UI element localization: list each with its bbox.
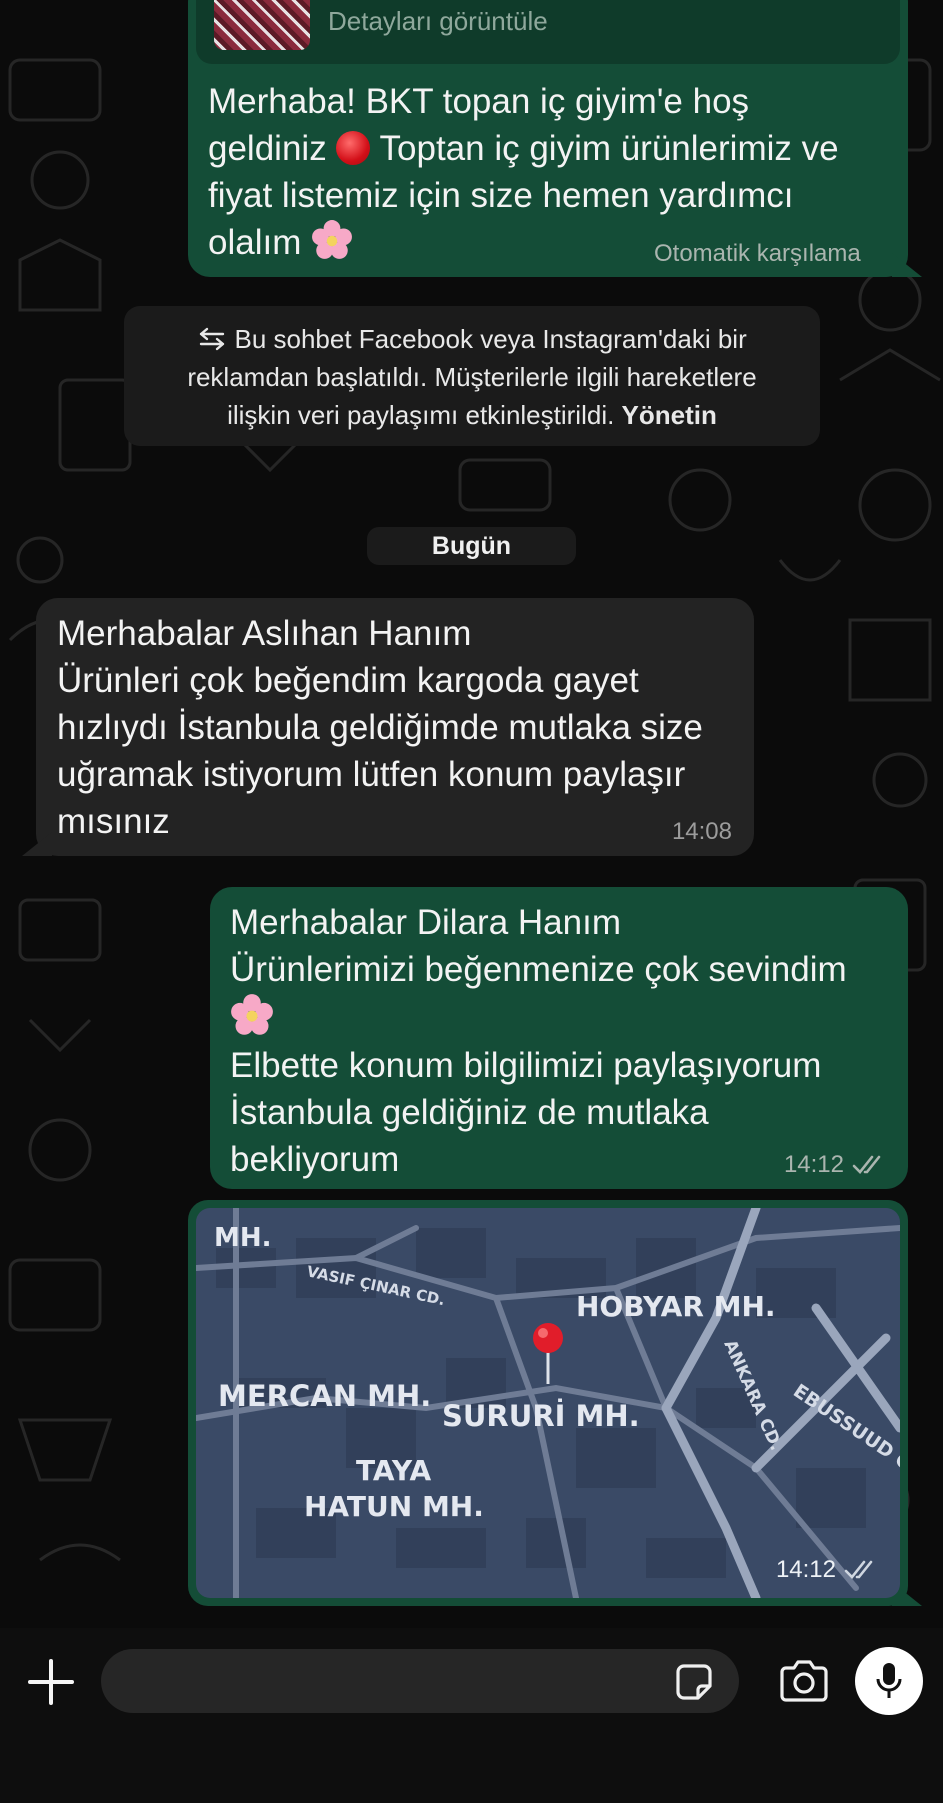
- incoming-message-time: 14:08: [671, 818, 732, 845]
- cherry-blossom-emoji: [231, 994, 273, 1035]
- double-check-icon: [844, 1560, 873, 1579]
- red-circle-emoji: [336, 131, 371, 165]
- ad-preview-card[interactable]: Detayları görüntüle: [196, 0, 900, 64]
- reply-message-text: Merhabalar Dilara Hanım Ürünlerimizi beğ…: [230, 903, 847, 1179]
- microphone-icon: [876, 1663, 902, 1698]
- reply-meta: 14:12: [784, 1151, 886, 1179]
- location-meta: 14:12: [776, 1556, 878, 1584]
- map-label-hobyar: HOBYAR MH.: [576, 1290, 776, 1323]
- welcome-footer: Otomatik karşılama: [654, 240, 861, 267]
- ad-origin-notice: Bu sohbet Facebook veya Instagram'daki b…: [124, 306, 820, 446]
- location-time: 14:12: [775, 1556, 836, 1583]
- sticker-icon[interactable]: [672, 1660, 716, 1704]
- reply-time: 14:12: [783, 1151, 844, 1178]
- map-label-top: MH.: [214, 1223, 272, 1253]
- location-map[interactable]: MH. VASIF ÇINAR CD. HOBYAR MH. MERCAN MH…: [196, 1208, 900, 1598]
- incoming-message-text: Merhabalar Aslıhan Hanım Ürünleri çok be…: [57, 614, 703, 841]
- incoming-message[interactable]: Merhabalar Aslıhan Hanım Ürünleri çok be…: [22, 598, 754, 856]
- map-label-sururi: SURURİ MH.: [442, 1399, 640, 1433]
- camera-icon[interactable]: [778, 1658, 830, 1704]
- swap-arrows-icon: [200, 327, 225, 351]
- location-message[interactable]: MH. VASIF ÇINAR CD. HOBYAR MH. MERCAN MH…: [188, 1200, 922, 1606]
- plus-icon[interactable]: [24, 1655, 78, 1709]
- date-divider: Bugün: [367, 527, 576, 565]
- message-input[interactable]: [101, 1649, 739, 1713]
- welcome-message-text: Merhaba! BKT topan iç giyim'e hoş geldin…: [208, 82, 839, 262]
- mic-button[interactable]: [855, 1647, 923, 1715]
- double-check-icon: [852, 1155, 881, 1174]
- map-label-hatun: HATUN MH.: [304, 1490, 484, 1523]
- outgoing-message-reply[interactable]: Merhabalar Dilara Hanım Ürünlerimizi beğ…: [210, 887, 908, 1189]
- chat-area[interactable]: Detayları görüntüle Merhaba! BKT topan i…: [0, 0, 943, 1628]
- cherry-blossom-emoji: [312, 220, 353, 259]
- view-details-link[interactable]: Detayları görüntüle: [328, 6, 548, 37]
- manage-link[interactable]: Yönetin: [622, 400, 717, 430]
- map-label-mercan: MERCAN MH.: [218, 1379, 431, 1413]
- map-label-taya: TAYA: [356, 1454, 432, 1487]
- ad-thumbnail: [214, 0, 310, 50]
